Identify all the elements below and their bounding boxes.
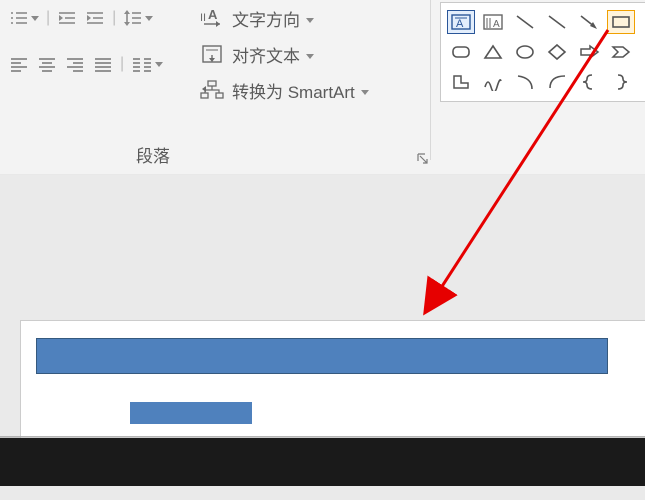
text-direction-button[interactable]: IIA 文字方向 (198, 0, 428, 36)
chevron-down-icon (31, 16, 39, 21)
group-separator (430, 0, 431, 160)
align-left-button[interactable] (8, 52, 30, 76)
increase-indent-button[interactable] (84, 6, 106, 30)
diamond-icon[interactable] (543, 40, 571, 64)
align-justify-button[interactable] (92, 52, 114, 76)
svg-text:A: A (456, 18, 464, 30)
chevron-down-icon (145, 16, 153, 21)
arrow-line-icon[interactable] (575, 10, 603, 34)
text-group: IIA 文字方向 对齐文本 转换为 SmartArt (198, 0, 428, 108)
arc-icon[interactable] (511, 70, 539, 94)
bottom-dark-band (0, 438, 650, 486)
svg-text:A: A (493, 19, 500, 30)
rectangle-icon[interactable] (607, 10, 635, 34)
vertical-text-box-icon[interactable]: A (479, 10, 507, 34)
svg-text:A: A (208, 7, 218, 22)
svg-text:II: II (200, 12, 206, 24)
convert-smartart-button[interactable]: 转换为 SmartArt (198, 72, 428, 108)
watermark-logo: Lidesoft® (130, 400, 223, 427)
scribble-icon[interactable] (479, 70, 507, 94)
left-brace-icon[interactable] (575, 70, 603, 94)
chevron-icon[interactable] (607, 40, 635, 64)
line-icon[interactable] (543, 10, 571, 34)
chevron-down-icon (155, 62, 163, 67)
dialog-launcher-button[interactable] (416, 147, 430, 171)
decrease-indent-button[interactable] (56, 6, 78, 30)
chevron-down-icon (361, 80, 369, 100)
chevron-down-icon (306, 44, 314, 64)
shapes-gallery[interactable]: A A (440, 2, 648, 102)
smartart-icon (198, 80, 226, 100)
paragraph-group: | | | (0, 0, 185, 150)
inserted-rectangle-shape[interactable] (36, 338, 608, 374)
oval-icon[interactable] (511, 40, 539, 64)
l-shape-icon[interactable] (447, 70, 475, 94)
columns-button[interactable] (130, 52, 164, 76)
text-direction-icon: IIA (198, 7, 226, 29)
align-center-button[interactable] (36, 52, 58, 76)
line-spacing-button[interactable] (122, 6, 154, 30)
chevron-down-icon (306, 8, 314, 28)
align-right-button[interactable] (64, 52, 86, 76)
line-icon[interactable] (511, 10, 539, 34)
text-box-icon[interactable]: A (447, 10, 475, 34)
align-text-button[interactable]: 对齐文本 (198, 36, 428, 72)
logo-mask-rect (130, 402, 252, 424)
paragraph-group-label: 段落 (136, 142, 170, 167)
triangle-icon[interactable] (479, 40, 507, 64)
text-direction-label: 文字方向 (232, 6, 300, 31)
right-arrow-icon[interactable] (575, 40, 603, 64)
arc-icon[interactable] (543, 70, 571, 94)
rounded-rect-icon[interactable] (447, 40, 475, 64)
align-text-label: 对齐文本 (232, 42, 300, 67)
align-text-icon (198, 44, 226, 64)
bullets-split-button[interactable] (8, 6, 40, 30)
right-brace-icon[interactable] (607, 70, 635, 94)
convert-smartart-label: 转换为 SmartArt (232, 78, 355, 103)
